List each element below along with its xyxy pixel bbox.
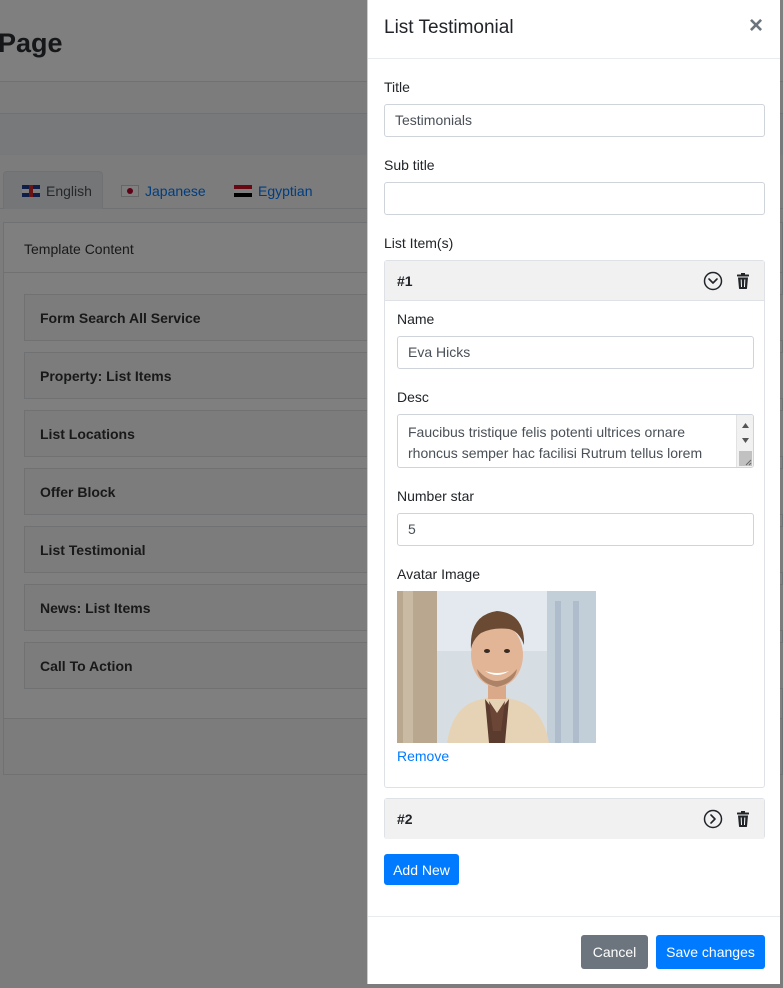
title-label: Title: [384, 79, 410, 95]
scroll-arrows-icon: [739, 423, 752, 466]
add-new-button[interactable]: Add New: [384, 854, 459, 885]
avatar-photo: [397, 591, 596, 743]
trash-icon[interactable]: [733, 809, 753, 829]
desc-text: Faucibus tristique felis potenti ultrice…: [408, 424, 703, 461]
save-changes-button[interactable]: Save changes: [656, 935, 765, 969]
name-input[interactable]: Eva Hicks: [397, 336, 754, 369]
list-items-label: List Item(s): [384, 235, 454, 251]
item-number: #1: [397, 273, 413, 289]
avatar-image: [397, 591, 596, 743]
title-input[interactable]: Testimonials: [384, 104, 765, 137]
desc-textarea[interactable]: Faucibus tristique felis potenti ultrice…: [397, 414, 754, 468]
list-item-header[interactable]: #2: [385, 799, 764, 839]
trash-icon[interactable]: [733, 271, 753, 291]
chevron-down-circle-icon[interactable]: [703, 271, 723, 291]
list-item-header[interactable]: #1: [385, 261, 764, 301]
list-testimonial-modal: List Testimonial × Title Testimonials Su…: [367, 0, 780, 984]
list-item-1: #1 Name Eva Hicks Desc Faucibus tristiqu…: [384, 260, 765, 788]
modal-footer: Cancel Save changes: [368, 916, 780, 984]
cancel-button[interactable]: Cancel: [581, 935, 648, 969]
list-item-2: #2: [384, 798, 765, 839]
number-star-input[interactable]: 5: [397, 513, 754, 546]
name-label: Name: [397, 311, 435, 327]
close-icon[interactable]: ×: [749, 14, 763, 38]
modal-title: List Testimonial: [384, 17, 514, 38]
modal-header: List Testimonial ×: [368, 0, 780, 59]
chevron-right-circle-icon[interactable]: [703, 809, 723, 829]
item-number: #2: [397, 811, 413, 827]
subtitle-label: Sub title: [384, 157, 435, 173]
subtitle-input[interactable]: [384, 182, 765, 215]
number-star-label: Number star: [397, 488, 475, 504]
remove-link[interactable]: Remove: [397, 748, 449, 764]
avatar-image-label: Avatar Image: [397, 566, 481, 582]
textarea-scrollbar[interactable]: [736, 415, 753, 467]
desc-label: Desc: [397, 389, 429, 405]
